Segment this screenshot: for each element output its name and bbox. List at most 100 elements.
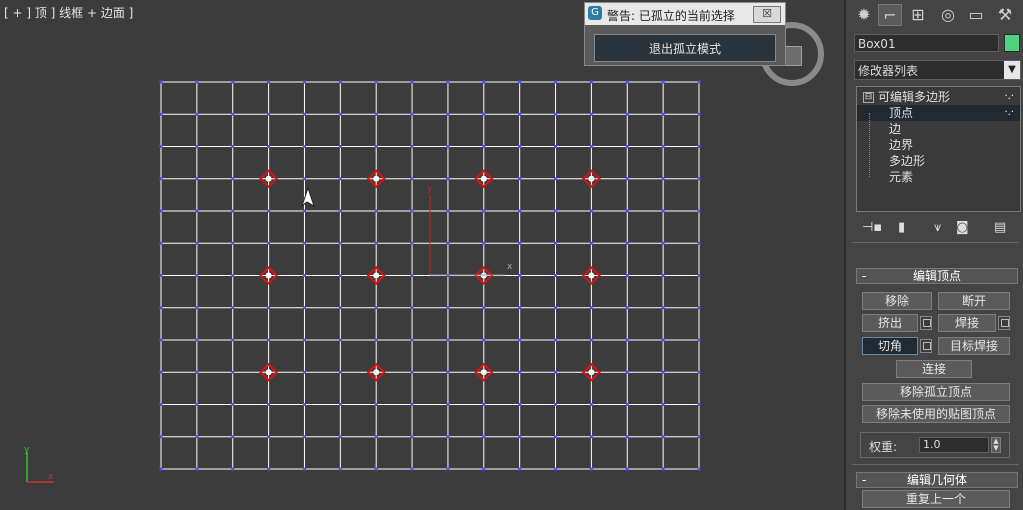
vertex[interactable] <box>302 306 306 310</box>
vertex[interactable] <box>159 370 163 374</box>
vertex[interactable] <box>661 435 665 439</box>
vertex[interactable] <box>231 435 235 439</box>
vertex[interactable] <box>302 338 306 342</box>
extrude-settings-icon[interactable] <box>920 316 932 330</box>
repeat-last-button[interactable]: 重复上一个 <box>862 490 1010 508</box>
vertex[interactable] <box>195 306 199 310</box>
vertex[interactable] <box>338 370 342 374</box>
vertex[interactable] <box>302 435 306 439</box>
vertex[interactable] <box>697 467 701 471</box>
vertex[interactable] <box>195 177 199 181</box>
vertex[interactable] <box>302 209 306 213</box>
vertex[interactable] <box>159 306 163 310</box>
vertex[interactable] <box>446 306 450 310</box>
vertex[interactable] <box>554 370 558 374</box>
vertex[interactable] <box>625 241 629 245</box>
vertex[interactable] <box>661 403 665 406</box>
vertex[interactable] <box>554 435 558 439</box>
vertex[interactable] <box>661 145 665 148</box>
vertex[interactable] <box>625 274 629 277</box>
object-name-field[interactable]: Box01 <box>854 34 999 52</box>
vertex[interactable] <box>231 467 235 471</box>
vertex[interactable] <box>661 112 665 116</box>
vertex[interactable] <box>589 338 593 342</box>
vertex[interactable] <box>661 209 665 213</box>
vertex[interactable] <box>482 80 486 84</box>
vertex[interactable] <box>159 112 163 116</box>
vertex[interactable] <box>231 370 235 374</box>
vertex[interactable] <box>518 274 522 277</box>
vertex[interactable] <box>302 145 306 148</box>
vertex[interactable] <box>338 467 342 471</box>
extrude-button[interactable]: 挤出 <box>862 314 918 332</box>
collapse-icon[interactable]: ⊟ <box>863 92 874 103</box>
vertex[interactable] <box>231 338 235 342</box>
vertex[interactable] <box>231 80 235 84</box>
vertex[interactable] <box>482 306 486 310</box>
vertex[interactable] <box>518 467 522 471</box>
vertex[interactable] <box>554 112 558 116</box>
vertex[interactable] <box>518 112 522 116</box>
vertex[interactable] <box>374 338 378 342</box>
remove-modifier-icon[interactable]: ◙ <box>956 220 969 235</box>
vertex[interactable] <box>195 403 199 406</box>
vertex[interactable] <box>661 80 665 84</box>
vertex[interactable] <box>374 435 378 439</box>
close-icon[interactable]: ☒ <box>753 6 781 23</box>
vertex[interactable] <box>589 241 593 245</box>
vertex[interactable] <box>159 403 163 406</box>
vertex[interactable] <box>625 177 629 181</box>
vertex[interactable] <box>410 370 414 374</box>
vertex[interactable] <box>554 274 558 277</box>
vertex[interactable] <box>267 467 271 471</box>
target-weld-button[interactable]: 目标焊接 <box>938 337 1010 355</box>
vertex[interactable] <box>267 338 271 342</box>
vertex[interactable] <box>554 467 558 471</box>
vertex[interactable] <box>482 435 486 439</box>
vertex[interactable] <box>446 435 450 439</box>
vertex[interactable] <box>410 403 414 406</box>
vertex[interactable] <box>518 241 522 245</box>
vertex[interactable] <box>625 403 629 406</box>
vertex[interactable] <box>554 306 558 310</box>
configure-sets-icon[interactable]: ▤ <box>994 220 1006 235</box>
vertex[interactable] <box>159 435 163 439</box>
vertex[interactable] <box>231 177 235 181</box>
vertex[interactable] <box>446 112 450 116</box>
vertex[interactable] <box>518 403 522 406</box>
vertex[interactable] <box>697 370 701 374</box>
vertex[interactable] <box>374 306 378 310</box>
vertex[interactable] <box>589 306 593 310</box>
vertex[interactable] <box>338 403 342 406</box>
vertex[interactable] <box>589 467 593 471</box>
vertex[interactable] <box>159 145 163 148</box>
vertex[interactable] <box>661 467 665 471</box>
vertex[interactable] <box>231 403 235 406</box>
viewcube-face[interactable] <box>784 46 802 66</box>
vertex[interactable] <box>338 209 342 213</box>
vertex[interactable] <box>267 80 271 84</box>
vertex[interactable] <box>697 209 701 213</box>
vertex[interactable] <box>589 80 593 84</box>
vertex[interactable] <box>195 274 199 277</box>
rollout-edit-geometry-header[interactable]: - 编辑几何体 <box>856 472 1018 488</box>
vertex[interactable] <box>231 209 235 213</box>
exit-isolation-button[interactable]: 退出孤立模式 <box>594 34 776 62</box>
chamfer-button[interactable]: 切角 <box>862 337 918 355</box>
vertex[interactable] <box>302 370 306 374</box>
remove-button[interactable]: 移除 <box>862 292 932 310</box>
vertex[interactable] <box>302 274 306 277</box>
rollout-edit-vertices-header[interactable]: - 编辑顶点 <box>856 268 1018 284</box>
stack-item-vertex[interactable]: 顶点 ·.· <box>857 105 1020 121</box>
weight-input[interactable]: 1.0 <box>919 437 989 453</box>
vertex[interactable] <box>302 403 306 406</box>
vertex[interactable] <box>518 177 522 181</box>
vertex[interactable] <box>231 241 235 245</box>
vertex[interactable] <box>697 177 701 181</box>
vertex[interactable] <box>410 209 414 213</box>
vertex[interactable] <box>446 403 450 406</box>
vertex[interactable] <box>410 80 414 84</box>
vertex[interactable] <box>661 338 665 342</box>
vertex[interactable] <box>267 306 271 310</box>
vertex[interactable] <box>302 467 306 471</box>
